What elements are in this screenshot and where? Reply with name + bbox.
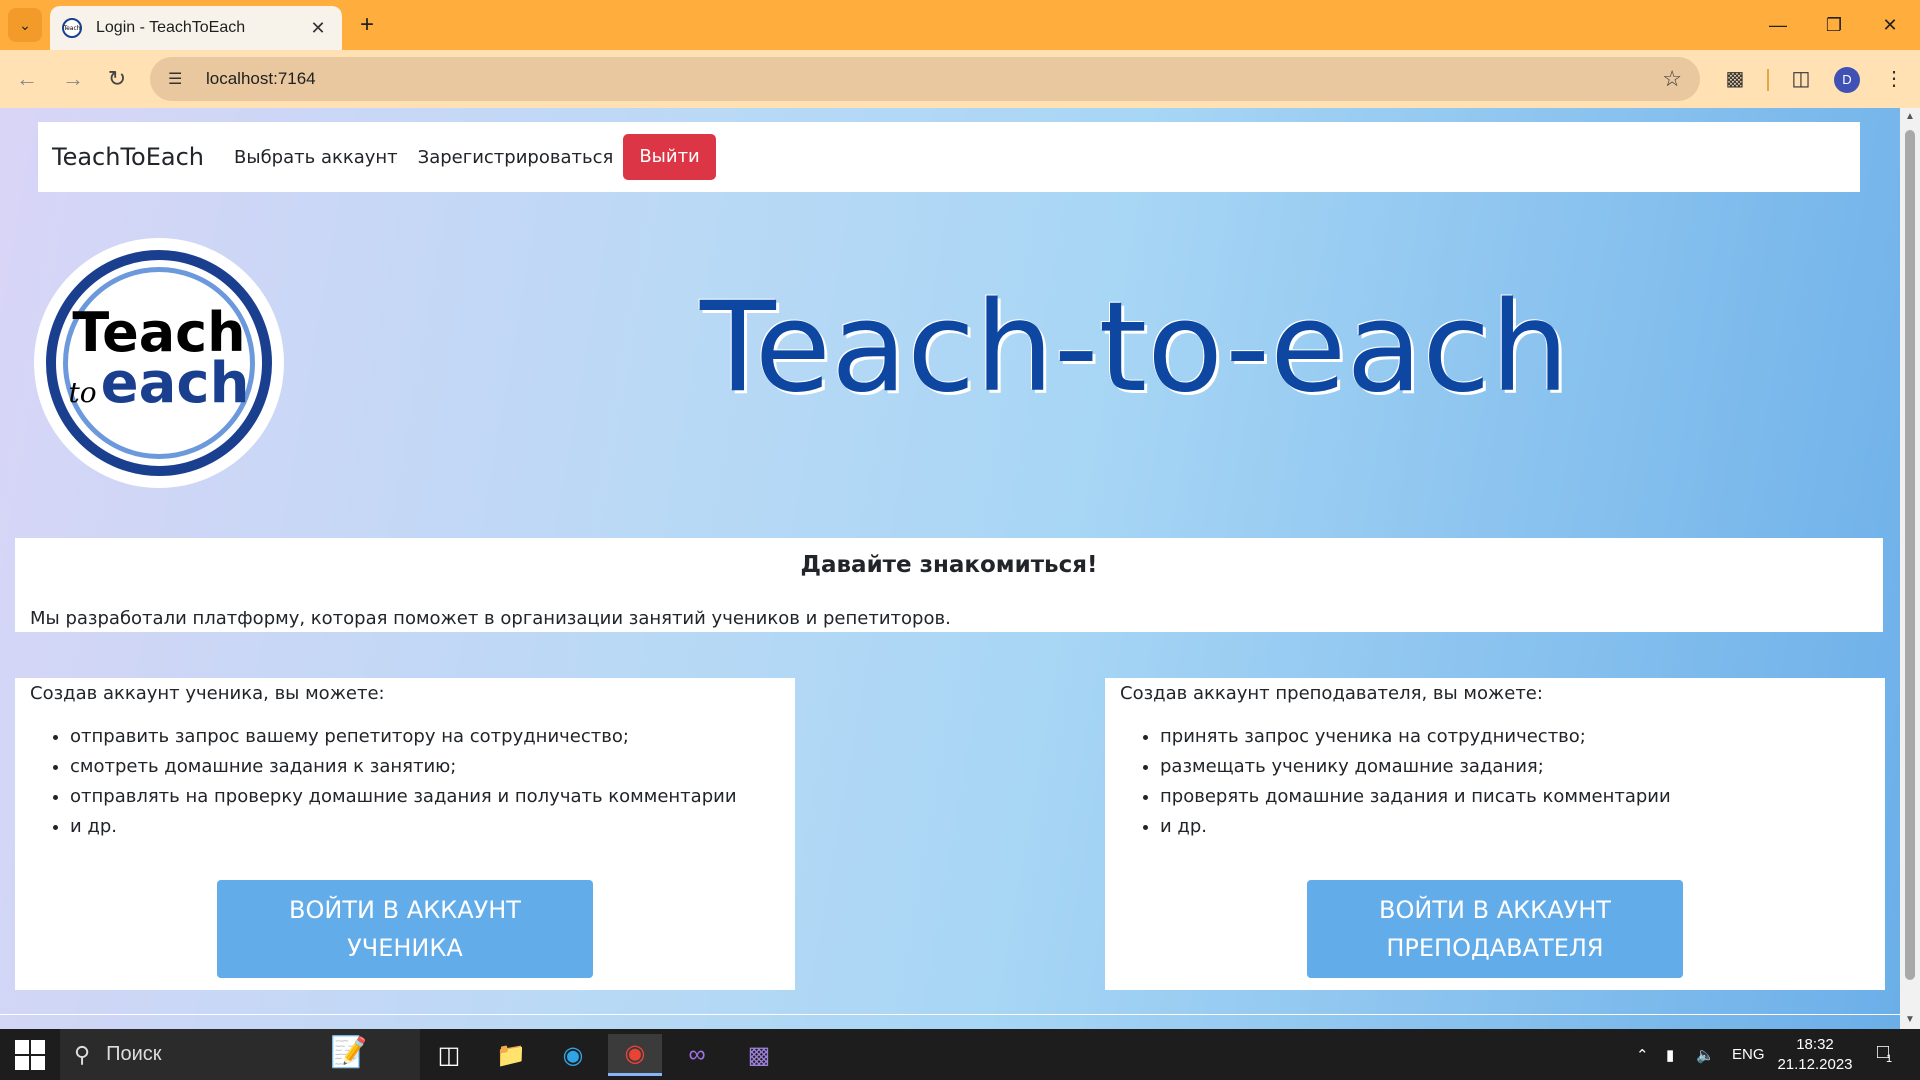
taskbar-clock[interactable]: 18:32 21.12.2023 (1770, 1035, 1860, 1075)
footer-divider (0, 1014, 1900, 1015)
taskbar-search-label: Поиск (106, 1043, 162, 1065)
teacher-login-button[interactable]: ВОЙТИ В АККАУНТ ПРЕПОДАВАТЕЛЯ (1307, 880, 1683, 978)
search-icon: ⚲ (74, 1041, 91, 1067)
address-bar[interactable]: ☰ localhost:7164 ☆ (150, 57, 1700, 101)
site-navbar: TeachToEach Выбрать аккаунт Зарегистриро… (38, 122, 1860, 192)
list-item: и др. (70, 812, 780, 842)
battery-icon[interactable]: ▮ (1666, 1029, 1674, 1080)
teacher-login-button-line2: ПРЕПОДАВАТЕЛЯ (1386, 934, 1604, 962)
tab-search-button[interactable]: ⌄ (8, 8, 42, 42)
logo-inner-ring: Teach to each (63, 267, 255, 459)
site-logo: Teach to each (34, 238, 284, 488)
close-window-icon[interactable]: ✕ (1862, 8, 1918, 42)
scroll-down-icon[interactable]: ▼ (1900, 1011, 1920, 1029)
nav-link-register[interactable]: Зарегистрироваться (418, 147, 614, 168)
student-card: Создав аккаунт ученика, вы можете: отпра… (15, 678, 795, 990)
terminal-icon[interactable]: ▩ (732, 1034, 786, 1076)
student-feature-list: отправить запрос вашему репетитору на со… (30, 722, 780, 842)
student-login-button-line1: ВОЙТИ В АККАУНТ (289, 896, 521, 924)
search-highlight-icon: 📝 (330, 1036, 368, 1069)
windows-start-icon[interactable] (10, 1037, 50, 1073)
list-item: отправить запрос вашему репетитору на со… (70, 722, 780, 752)
back-icon[interactable]: ← (10, 62, 44, 96)
clock-time: 18:32 (1796, 1036, 1834, 1053)
browser-toolbar: ← → ↻ ☰ localhost:7164 ☆ ▩ ◫ D ⋮ (0, 50, 1920, 108)
scrollbar-thumb[interactable] (1905, 130, 1915, 980)
windows-taskbar: ⚲ Поиск 📝 ◫ 📁 ◉ ◉ ∞ ▩ ⌃ ▮ 🔈 ENG 18:32 21… (0, 1029, 1920, 1080)
tab-title: Login - TeachToEach (96, 19, 246, 36)
logo-word-teach: Teach (72, 300, 246, 364)
language-indicator[interactable]: ENG (1732, 1029, 1765, 1080)
chevron-down-icon: ⌄ (19, 16, 31, 33)
new-tab-icon[interactable]: + (352, 10, 382, 40)
taskbar-search[interactable]: ⚲ Поиск 📝 (60, 1029, 420, 1080)
logout-button[interactable]: Выйти (623, 134, 716, 180)
minimize-icon[interactable]: — (1750, 8, 1806, 42)
intro-text: Мы разработали платформу, которая поможе… (30, 608, 951, 629)
teacher-feature-list: принять запрос ученика на сотрудничество… (1120, 722, 1870, 842)
list-item: и др. (1160, 812, 1870, 842)
clock-date: 21.12.2023 (1777, 1056, 1853, 1073)
hero-title: Teach-to-each (700, 276, 1570, 420)
volume-icon[interactable]: 🔈 (1696, 1029, 1715, 1080)
list-item: проверять домашние задания и писать комм… (1160, 782, 1870, 812)
side-panel-icon[interactable]: ◫ (1784, 62, 1818, 96)
student-login-button[interactable]: ВОЙТИ В АККАУНТ УЧЕНИКА (217, 880, 593, 978)
url-text[interactable]: localhost:7164 (206, 69, 1662, 89)
file-explorer-icon[interactable]: 📁 (484, 1034, 538, 1076)
favicon-icon: Teach (62, 18, 82, 38)
forward-icon[interactable]: → (56, 62, 90, 96)
visual-studio-icon[interactable]: ∞ (670, 1034, 724, 1076)
logo-outer-ring: Teach to each (46, 250, 272, 476)
list-item: отправлять на проверку домашние задания … (70, 782, 780, 812)
restore-icon[interactable]: ❐ (1806, 8, 1862, 42)
student-card-intro: Создав аккаунт ученика, вы можете: (30, 683, 385, 704)
scroll-up-icon[interactable]: ▲ (1900, 108, 1920, 126)
teacher-login-button-line1: ВОЙТИ В АККАУНТ (1379, 896, 1611, 924)
list-item: принять запрос ученика на сотрудничество… (1160, 722, 1870, 752)
teacher-card-intro: Создав аккаунт преподавателя, вы можете: (1120, 683, 1543, 704)
task-view-icon[interactable]: ◫ (422, 1034, 476, 1076)
site-settings-icon[interactable]: ☰ (168, 69, 192, 89)
page-scrollbar[interactable]: ▲ ▼ (1900, 108, 1920, 1029)
bookmark-star-icon[interactable]: ☆ (1662, 66, 1682, 92)
logo-word-to: to (68, 375, 97, 409)
student-login-button-line2: УЧЕНИКА (347, 934, 463, 962)
notifications-icon[interactable]: □ 1 (1868, 1041, 1898, 1069)
nav-link-choose-account[interactable]: Выбрать аккаунт (234, 147, 398, 168)
tab-bar: ⌄ Teach Login - TeachToEach ✕ + — ❐ ✕ (0, 0, 1920, 50)
profile-avatar[interactable]: D (1834, 67, 1860, 93)
logo-word-each: each (100, 350, 250, 416)
teacher-card: Создав аккаунт преподавателя, вы можете:… (1105, 678, 1885, 990)
page-viewport: TeachToEach Выбрать аккаунт Зарегистриро… (0, 108, 1920, 1029)
list-item: размещать ученику домашние задания; (1160, 752, 1870, 782)
intro-heading: Давайте знакомиться! (800, 552, 1098, 578)
logo-bottom-line: to each (68, 350, 250, 419)
notification-count: 1 (1886, 1053, 1893, 1065)
toolbar-divider (1767, 69, 1769, 91)
browser-tab-active[interactable]: Teach Login - TeachToEach ✕ (50, 6, 342, 50)
extensions-icon[interactable]: ▩ (1718, 62, 1752, 96)
tray-overflow-icon[interactable]: ⌃ (1636, 1029, 1649, 1080)
edge-icon[interactable]: ◉ (546, 1034, 600, 1076)
chrome-icon[interactable]: ◉ (608, 1034, 662, 1076)
reload-icon[interactable]: ↻ (100, 62, 134, 96)
intro-section: Давайте знакомиться! Мы разработали плат… (15, 538, 1883, 632)
close-tab-icon[interactable]: ✕ (306, 18, 330, 39)
navbar-brand[interactable]: TeachToEach (52, 143, 204, 171)
list-item: смотреть домашние задания к занятию; (70, 752, 780, 782)
browser-menu-icon[interactable]: ⋮ (1877, 62, 1911, 96)
